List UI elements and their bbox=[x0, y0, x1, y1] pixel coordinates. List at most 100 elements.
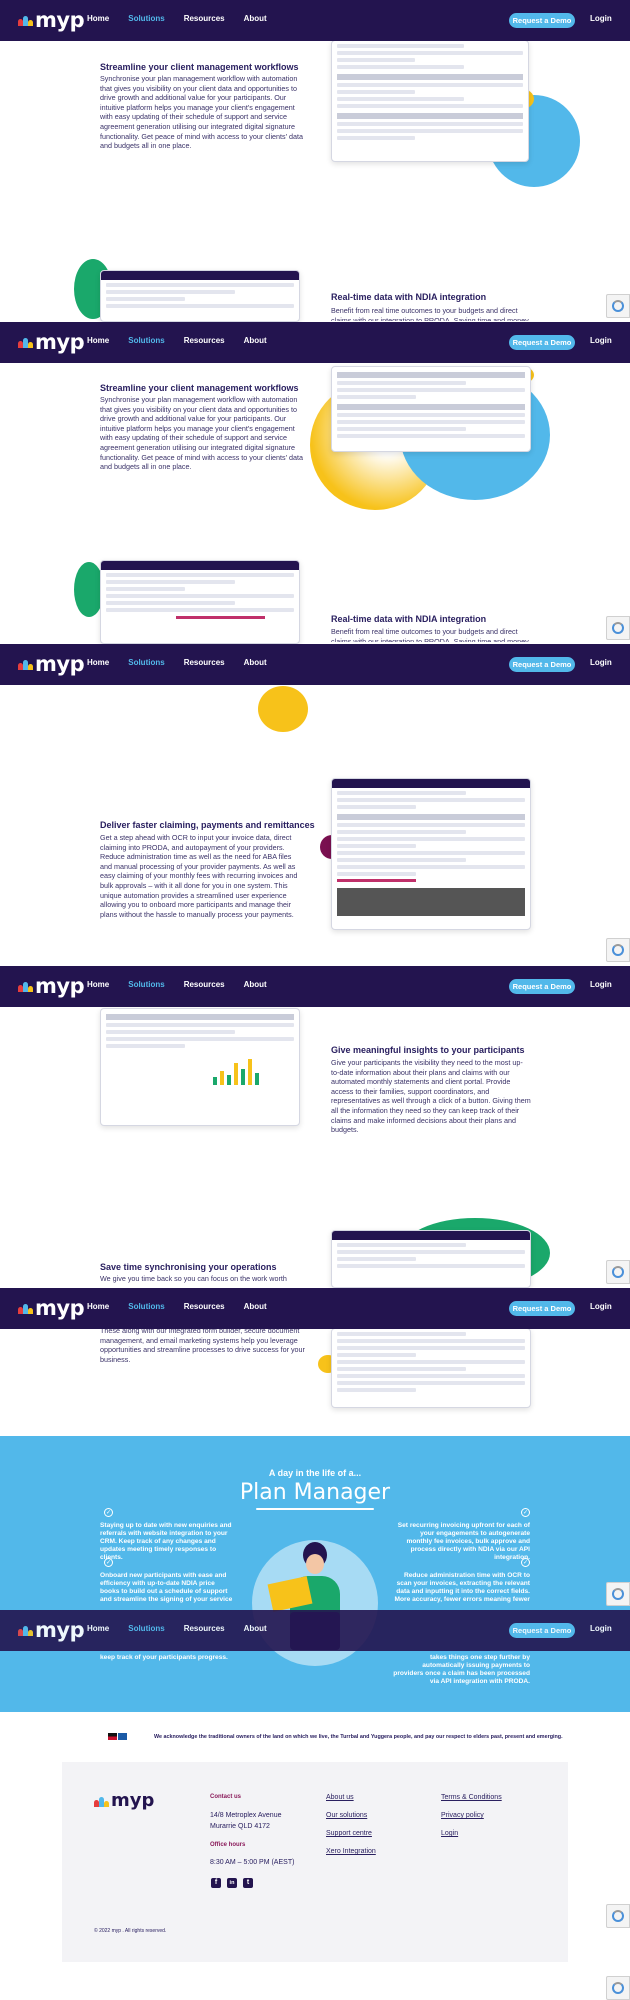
top-nav: myp Home Solutions Resources About Reque… bbox=[0, 1610, 630, 1651]
footer-link-xero[interactable]: Xero Integration bbox=[326, 1848, 376, 1855]
section-heading: Real-time data with NDIA integration bbox=[331, 292, 487, 302]
nav-link-home[interactable]: Home bbox=[87, 1624, 109, 1633]
logo[interactable]: myp bbox=[18, 652, 85, 676]
dashboard-screenshot bbox=[331, 366, 531, 452]
section-body: Synchronise your plan management workflo… bbox=[100, 395, 303, 472]
feature-text: keep track of your participants progress… bbox=[100, 1654, 228, 1661]
title-underline bbox=[256, 1508, 374, 1510]
address-line: Murarrie QLD 4172 bbox=[210, 1823, 270, 1830]
nav-links: Home Solutions Resources About bbox=[87, 336, 286, 345]
operations-screenshot bbox=[331, 1328, 531, 1408]
recaptcha-badge[interactable] bbox=[606, 616, 630, 640]
request-demo-button[interactable]: Request a Demo bbox=[509, 13, 575, 28]
facebook-icon[interactable]: f bbox=[211, 1878, 221, 1888]
logo[interactable]: myp bbox=[18, 1618, 85, 1642]
twitter-icon[interactable]: t bbox=[243, 1878, 253, 1888]
feature-text: takes things one step further by automat… bbox=[393, 1654, 530, 1685]
logo[interactable]: myp bbox=[18, 974, 85, 998]
nav-link-about[interactable]: About bbox=[244, 980, 267, 989]
footer-link-privacy[interactable]: Privacy policy bbox=[441, 1812, 484, 1819]
nav-link-about[interactable]: About bbox=[244, 658, 267, 667]
section-body: These along with our integrated form bui… bbox=[100, 1326, 305, 1364]
login-link[interactable]: Login bbox=[590, 1624, 612, 1633]
recaptcha-badge[interactable] bbox=[606, 938, 630, 962]
nav-link-resources[interactable]: Resources bbox=[184, 14, 225, 23]
footer-link-terms[interactable]: Terms & Conditions bbox=[441, 1794, 502, 1801]
request-demo-button[interactable]: Request a Demo bbox=[509, 657, 575, 672]
recaptcha-badge[interactable] bbox=[606, 1260, 630, 1284]
nav-link-solutions[interactable]: Solutions bbox=[128, 336, 164, 345]
top-nav: myp Home Solutions Resources About Reque… bbox=[0, 1288, 630, 1329]
login-link[interactable]: Login bbox=[590, 336, 612, 345]
nav-link-about[interactable]: About bbox=[244, 336, 267, 345]
login-link[interactable]: Login bbox=[590, 1302, 612, 1311]
footer-link-solutions[interactable]: Our solutions bbox=[326, 1812, 367, 1819]
nav-link-resources[interactable]: Resources bbox=[184, 1302, 225, 1311]
nav-link-resources[interactable]: Resources bbox=[184, 658, 225, 667]
nav-link-resources[interactable]: Resources bbox=[184, 336, 225, 345]
nav-link-solutions[interactable]: Solutions bbox=[128, 14, 164, 23]
logo-text: myp bbox=[35, 8, 85, 32]
logo-icon bbox=[94, 1795, 109, 1807]
office-hours: 8:30 AM – 5:00 PM (AEST) bbox=[210, 1859, 295, 1866]
nav-link-solutions[interactable]: Solutions bbox=[128, 658, 164, 667]
recaptcha-badge[interactable] bbox=[606, 1904, 630, 1928]
nav-links: Home Solutions Resources About bbox=[87, 658, 286, 667]
nav-link-home[interactable]: Home bbox=[87, 980, 109, 989]
logo[interactable]: myp bbox=[18, 8, 85, 32]
login-link[interactable]: Login bbox=[590, 658, 612, 667]
nav-link-home[interactable]: Home bbox=[87, 658, 109, 667]
section-heading: Give meaningful insights to your partici… bbox=[331, 1045, 525, 1055]
feature-text: Staying up to date with new enquiries an… bbox=[100, 1522, 232, 1561]
logo-text: myp bbox=[35, 652, 85, 676]
nav-link-solutions[interactable]: Solutions bbox=[128, 980, 164, 989]
section-heading: Streamline your client management workfl… bbox=[100, 62, 299, 72]
login-link[interactable]: Login bbox=[590, 14, 612, 23]
nav-link-home[interactable]: Home bbox=[87, 336, 109, 345]
footer-link-login[interactable]: Login bbox=[441, 1830, 458, 1837]
nav-link-solutions[interactable]: Solutions bbox=[128, 1302, 164, 1311]
contact-heading: Contact us bbox=[210, 1794, 242, 1800]
logo[interactable]: myp bbox=[18, 1296, 85, 1320]
nav-link-resources[interactable]: Resources bbox=[184, 980, 225, 989]
footer-link-about[interactable]: About us bbox=[326, 1794, 354, 1801]
check-icon: ✓ bbox=[104, 1558, 113, 1567]
footer-link-support[interactable]: Support centre bbox=[326, 1830, 372, 1837]
nav-link-solutions[interactable]: Solutions bbox=[128, 1624, 164, 1633]
top-nav: myp Home Solutions Resources About Reque… bbox=[0, 644, 630, 685]
insights-screenshot bbox=[100, 1008, 300, 1126]
acknowledgement-text: We acknowledge the traditional owners of… bbox=[154, 1734, 563, 1740]
check-icon: ✓ bbox=[521, 1558, 530, 1567]
request-demo-button[interactable]: Request a Demo bbox=[509, 1301, 575, 1316]
nav-link-home[interactable]: Home bbox=[87, 1302, 109, 1311]
login-link[interactable]: Login bbox=[590, 980, 612, 989]
section-body: Benefit from real time outcomes to your … bbox=[331, 627, 529, 642]
top-nav: myp Home Solutions Resources About Reque… bbox=[0, 0, 630, 41]
logo-icon bbox=[18, 336, 33, 348]
hours-heading: Office hours bbox=[210, 1842, 246, 1848]
recaptcha-badge[interactable] bbox=[606, 1976, 630, 2000]
nav-link-about[interactable]: About bbox=[244, 14, 267, 23]
check-icon: ✓ bbox=[521, 1508, 530, 1517]
nav-link-resources[interactable]: Resources bbox=[184, 1624, 225, 1633]
flags-icon bbox=[108, 1733, 127, 1740]
linkedin-icon[interactable]: in bbox=[227, 1878, 237, 1888]
day-in-life-subtitle: A day in the life of a... bbox=[268, 1468, 362, 1478]
request-demo-button[interactable]: Request a Demo bbox=[509, 335, 575, 350]
nav-link-about[interactable]: About bbox=[244, 1624, 267, 1633]
nav-link-home[interactable]: Home bbox=[87, 14, 109, 23]
section-body: Synchronise your plan management workflo… bbox=[100, 74, 303, 151]
section-heading: Deliver faster claiming, payments and re… bbox=[100, 820, 315, 830]
section-heading: Save time synchronising your operations bbox=[100, 1262, 277, 1272]
copyright: © 2022 myp . All rights reserved. bbox=[94, 1928, 167, 1934]
bar-chart-thumbnail bbox=[213, 1051, 293, 1085]
request-demo-button[interactable]: Request a Demo bbox=[509, 1623, 575, 1638]
footer-logo[interactable]: myp bbox=[94, 1790, 154, 1811]
nav-link-about[interactable]: About bbox=[244, 1302, 267, 1311]
recaptcha-badge[interactable] bbox=[606, 294, 630, 318]
claims-screenshot bbox=[100, 560, 300, 644]
request-demo-button[interactable]: Request a Demo bbox=[509, 979, 575, 994]
recaptcha-badge[interactable] bbox=[606, 1582, 630, 1606]
logo[interactable]: myp bbox=[18, 330, 85, 354]
logo-icon bbox=[18, 1302, 33, 1314]
